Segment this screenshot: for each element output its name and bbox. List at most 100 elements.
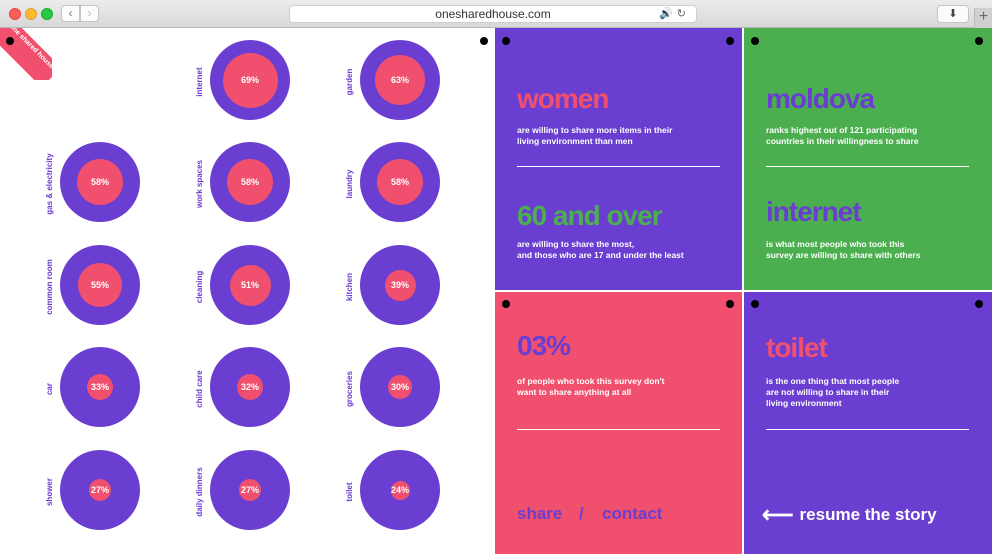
divider [517,429,720,430]
share-item: shower 27% [43,450,173,534]
stat-toilet-desc: is the one thing that most people are no… [766,376,900,408]
item-percent: 58% [240,177,259,187]
item-label: laundry [345,169,354,199]
item-percent: 27% [90,485,109,495]
item-outer-circle[interactable]: 30% [360,347,440,427]
item-inner-circle: 58% [227,159,273,205]
item-inner-circle: 30% [388,375,412,399]
item-percent: 63% [390,75,409,85]
item-inner-circle: 63% [375,55,425,105]
share-link[interactable]: share [517,504,562,524]
item-percent: 58% [390,177,409,187]
stat-zero-desc: of people who took this survey don't wan… [517,376,665,397]
pin-dot [975,300,983,308]
item-outer-circle[interactable]: 24% [360,450,440,530]
url-text: onesharedhouse.com [435,7,551,21]
share-item: cleaning 51% [193,245,323,329]
item-percent: 32% [240,382,259,392]
item-inner-circle: 33% [87,374,113,400]
divider [517,166,720,167]
speaker-icon[interactable]: 🔊 [659,8,677,20]
reload-icon[interactable]: ↻ [677,8,690,20]
item-label: car [45,383,54,396]
item-inner-circle: 55% [78,263,122,307]
item-label: daily dinners [195,467,204,517]
link-separator: / [579,504,584,523]
back-button[interactable]: ‹ [61,5,80,22]
item-percent: 39% [390,280,409,290]
share-item: toilet 24% [343,450,473,534]
item-outer-circle[interactable]: 33% [60,347,140,427]
pin-dot [502,37,510,45]
share-item: daily dinners 27% [193,450,323,534]
share-item: groceries 30% [343,347,473,431]
pin-dot [6,37,14,45]
stat-women-desc: are willing to share more items in their… [517,125,673,146]
item-label: groceries [345,370,354,408]
item-inner-circle: 24% [390,480,410,500]
divider [766,166,969,167]
contact-link[interactable]: contact [602,504,662,524]
arrow-left-icon: ⟵ [762,502,794,527]
item-outer-circle[interactable]: 51% [210,245,290,325]
item-outer-circle[interactable]: 32% [210,347,290,427]
logo-ribbon: one shared house [0,28,52,80]
item-percent: 24% [390,485,409,495]
pin-dot [751,37,759,45]
stat-women-title: women [517,83,609,114]
stat-sixty-title: 60 and over [517,200,663,231]
item-label: child care [195,370,204,408]
logo[interactable]: one shared house [0,28,52,80]
item-outer-circle[interactable]: 55% [60,245,140,325]
item-inner-circle: 51% [229,264,271,306]
download-icon[interactable]: ⬇ [937,5,969,23]
share-item: car 33% [43,347,173,431]
item-inner-circle: 39% [384,269,416,301]
item-percent: 30% [390,382,409,392]
resume-story-button[interactable]: ⟵ resume the story [762,502,937,528]
address-bar[interactable]: onesharedhouse.com 🔊↻ [289,5,697,23]
forward-button[interactable]: › [80,5,99,22]
item-label: garden [345,68,354,96]
share-item: laundry 58% [343,142,473,226]
share-item: child care 32% [193,347,323,431]
pin-dot [975,37,983,45]
resume-label: resume the story [799,505,937,524]
close-window-button[interactable] [9,8,21,20]
item-label: gas & electricity [45,153,54,215]
share-chart-area: one shared house internet 69% garden 63% gas… [0,28,495,554]
item-label: work spaces [195,159,204,209]
item-percent: 27% [240,485,259,495]
item-outer-circle[interactable]: 39% [360,245,440,325]
item-outer-circle[interactable]: 69% [210,40,290,120]
stat-toilet-title: toilet [766,332,828,363]
item-outer-circle[interactable]: 58% [210,142,290,222]
item-inner-circle: 32% [237,374,263,400]
item-outer-circle[interactable]: 58% [360,142,440,222]
divider [766,429,969,430]
share-item: kitchen 39% [343,245,473,329]
item-label: shower [45,478,54,507]
stat-zero-title: 03% [517,330,571,361]
item-outer-circle[interactable]: 27% [210,450,290,530]
item-percent: 58% [90,177,109,187]
item-percent: 51% [240,280,259,290]
share-item: common room 55% [43,245,173,329]
item-label: kitchen [345,273,354,302]
zoom-window-button[interactable] [41,8,53,20]
item-inner-circle: 58% [77,159,123,205]
item-label: common room [45,259,54,315]
panel-zero: 03% of people who took this survey don't… [495,292,742,554]
panel-toilet: toilet is the one thing that most people… [744,292,992,554]
item-outer-circle[interactable]: 27% [60,450,140,530]
panel-moldova: moldova ranks highest out of 121 partici… [744,28,992,290]
new-tab-button[interactable]: + [974,8,992,28]
item-outer-circle[interactable]: 63% [360,40,440,120]
item-outer-circle[interactable]: 58% [60,142,140,222]
minimize-window-button[interactable] [25,8,37,20]
item-label: internet [195,67,204,97]
share-item: internet 69% [193,40,323,124]
share-item: work spaces 58% [193,142,323,226]
stat-moldova-desc: ranks highest out of 121 participating c… [766,125,919,146]
item-label: toilet [345,482,354,502]
